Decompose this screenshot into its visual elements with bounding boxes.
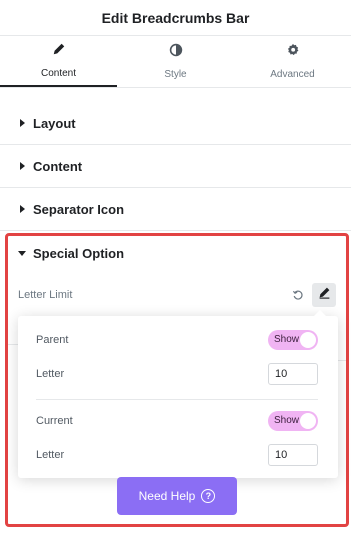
panel-header: Edit Breadcrumbs Bar <box>0 0 351 36</box>
reset-icon[interactable] <box>291 288 305 302</box>
pencil-icon <box>52 42 66 61</box>
popover-arrow <box>314 310 326 316</box>
parent-show-toggle[interactable]: Show <box>268 330 318 350</box>
toggle-knob <box>300 332 316 348</box>
half-circle-icon <box>169 43 183 62</box>
tab-advanced-label: Advanced <box>270 69 315 80</box>
question-circle-icon: ? <box>201 489 216 503</box>
current-row: Current Show <box>36 409 318 433</box>
toggle-knob <box>300 413 316 429</box>
section-separator-label: Separator Icon <box>33 201 125 217</box>
need-help-label: Need Help <box>138 489 196 503</box>
current-letter-row: Letter <box>36 443 318 467</box>
parent-letter-input[interactable] <box>268 363 318 385</box>
toggle-state-text: Show <box>274 334 300 345</box>
letter-limit-label: Letter Limit <box>18 289 73 301</box>
section-content[interactable]: Content <box>0 145 351 188</box>
tab-advanced[interactable]: Advanced <box>234 36 351 87</box>
special-option-label: Special Option <box>33 245 125 261</box>
edit-letter-limit-button[interactable] <box>312 283 336 307</box>
caret-right-icon <box>20 162 25 170</box>
section-content-label: Content <box>33 158 83 174</box>
parent-letter-row: Letter <box>36 362 318 386</box>
tab-content[interactable]: Content <box>0 36 117 87</box>
parent-row: Parent Show <box>36 328 318 352</box>
toggle-state-text: Show <box>274 415 300 426</box>
pencil-icon <box>318 286 331 304</box>
section-layout-label: Layout <box>33 115 76 131</box>
section-special-option[interactable]: Special Option <box>18 245 125 261</box>
section-separator-icon[interactable]: Separator Icon <box>0 188 351 231</box>
panel-title: Edit Breadcrumbs Bar <box>101 9 250 26</box>
tab-style[interactable]: Style <box>117 36 234 87</box>
current-letter-label: Letter <box>36 449 65 461</box>
current-show-toggle[interactable]: Show <box>268 411 318 431</box>
gear-icon <box>286 43 300 62</box>
caret-right-icon <box>20 119 25 127</box>
popover-divider <box>36 399 318 400</box>
letter-limit-control: Letter Limit <box>18 282 336 308</box>
current-label: Current <box>36 415 73 427</box>
parent-letter-label: Letter <box>36 368 65 380</box>
tab-content-label: Content <box>40 68 77 79</box>
current-letter-input[interactable] <box>268 444 318 466</box>
letter-limit-popover: Parent Show Letter Current Show Letter <box>18 310 338 478</box>
panel-tabs: Content Style Advanced <box>0 36 351 88</box>
need-help-button[interactable]: Need Help ? <box>117 477 237 515</box>
section-layout[interactable]: Layout <box>0 102 351 145</box>
tab-style-label: Style <box>164 69 187 80</box>
caret-right-icon <box>20 205 25 213</box>
parent-label: Parent <box>36 334 69 346</box>
caret-down-icon <box>18 250 26 256</box>
